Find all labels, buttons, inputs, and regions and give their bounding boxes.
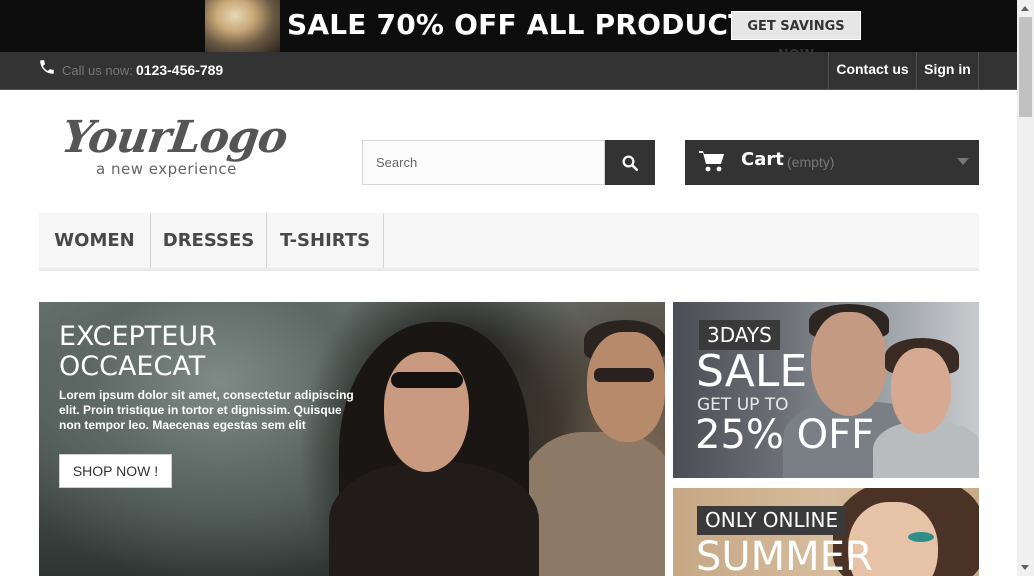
sale-banner-headline: SALE	[696, 346, 808, 397]
search-input[interactable]	[362, 140, 605, 185]
phone-number: 0123-456-789	[136, 62, 224, 78]
vertical-scrollbar[interactable]	[1017, 0, 1034, 576]
search-button[interactable]	[605, 140, 655, 185]
sale-banner-discount: 25% OFF	[695, 412, 875, 458]
menu-item-t-shirts[interactable]: T-SHIRTS	[267, 213, 384, 268]
promo-banner[interactable]: SALE 70% OFF ALL PRODUCTS GET SAVINGS NO…	[0, 0, 1017, 52]
get-savings-button[interactable]: GET SAVINGS NOW	[731, 11, 861, 52]
shopping-cart-icon	[699, 151, 724, 172]
call-label: Call us now:	[62, 63, 133, 78]
summer-banner-tag: ONLY ONLINE	[697, 506, 847, 535]
cart-label: Cart	[741, 149, 784, 170]
page: SALE 70% OFF ALL PRODUCTS GET SAVINGS NO…	[0, 0, 1017, 576]
cart-status: (empty)	[787, 154, 835, 170]
scrollbar-thumb[interactable]	[1019, 17, 1032, 117]
logo-tagline: a new experience	[96, 160, 237, 178]
menu-item-women[interactable]: WOMEN	[39, 213, 151, 268]
search-form	[362, 140, 655, 185]
summer-banner[interactable]: ONLY ONLINE SUMMER	[673, 488, 979, 576]
slide-title: EXCEPTEUR OCCAECAT	[59, 321, 217, 382]
top-nav: Call us now: 0123-456-789 Contact us Sig…	[0, 52, 1017, 90]
summer-banner-headline: SUMMER	[696, 534, 873, 576]
chevron-down-icon	[957, 158, 969, 165]
contact-us-link[interactable]: Contact us	[828, 52, 916, 89]
sign-in-link[interactable]: Sign in	[916, 52, 979, 89]
slide-description: Lorem ipsum dolor sit amet, consectetur …	[59, 388, 354, 432]
search-icon	[622, 155, 639, 171]
promo-model-image	[205, 0, 280, 52]
shop-now-button[interactable]: SHOP NOW !	[59, 454, 172, 488]
site-logo[interactable]: YourLogo a new experience	[58, 110, 310, 190]
menu-item-dresses[interactable]: DRESSES	[151, 213, 267, 268]
scroll-up-arrow-icon[interactable]	[1021, 6, 1029, 11]
promo-text: SALE 70% OFF ALL PRODUCTS	[287, 8, 768, 41]
logo-wordmark: YourLogo	[58, 112, 291, 163]
cart-block[interactable]: Cart (empty)	[685, 140, 979, 185]
homepage-slider[interactable]: EXCEPTEUR OCCAECAT Lorem ipsum dolor sit…	[39, 302, 665, 576]
scroll-down-arrow-icon[interactable]	[1021, 565, 1029, 570]
sale-banner[interactable]: 3DAYS SALE GET UP TO 25% OFF	[673, 302, 979, 478]
phone-icon	[40, 60, 54, 74]
main-menu: WOMEN DRESSES T-SHIRTS	[39, 213, 979, 271]
